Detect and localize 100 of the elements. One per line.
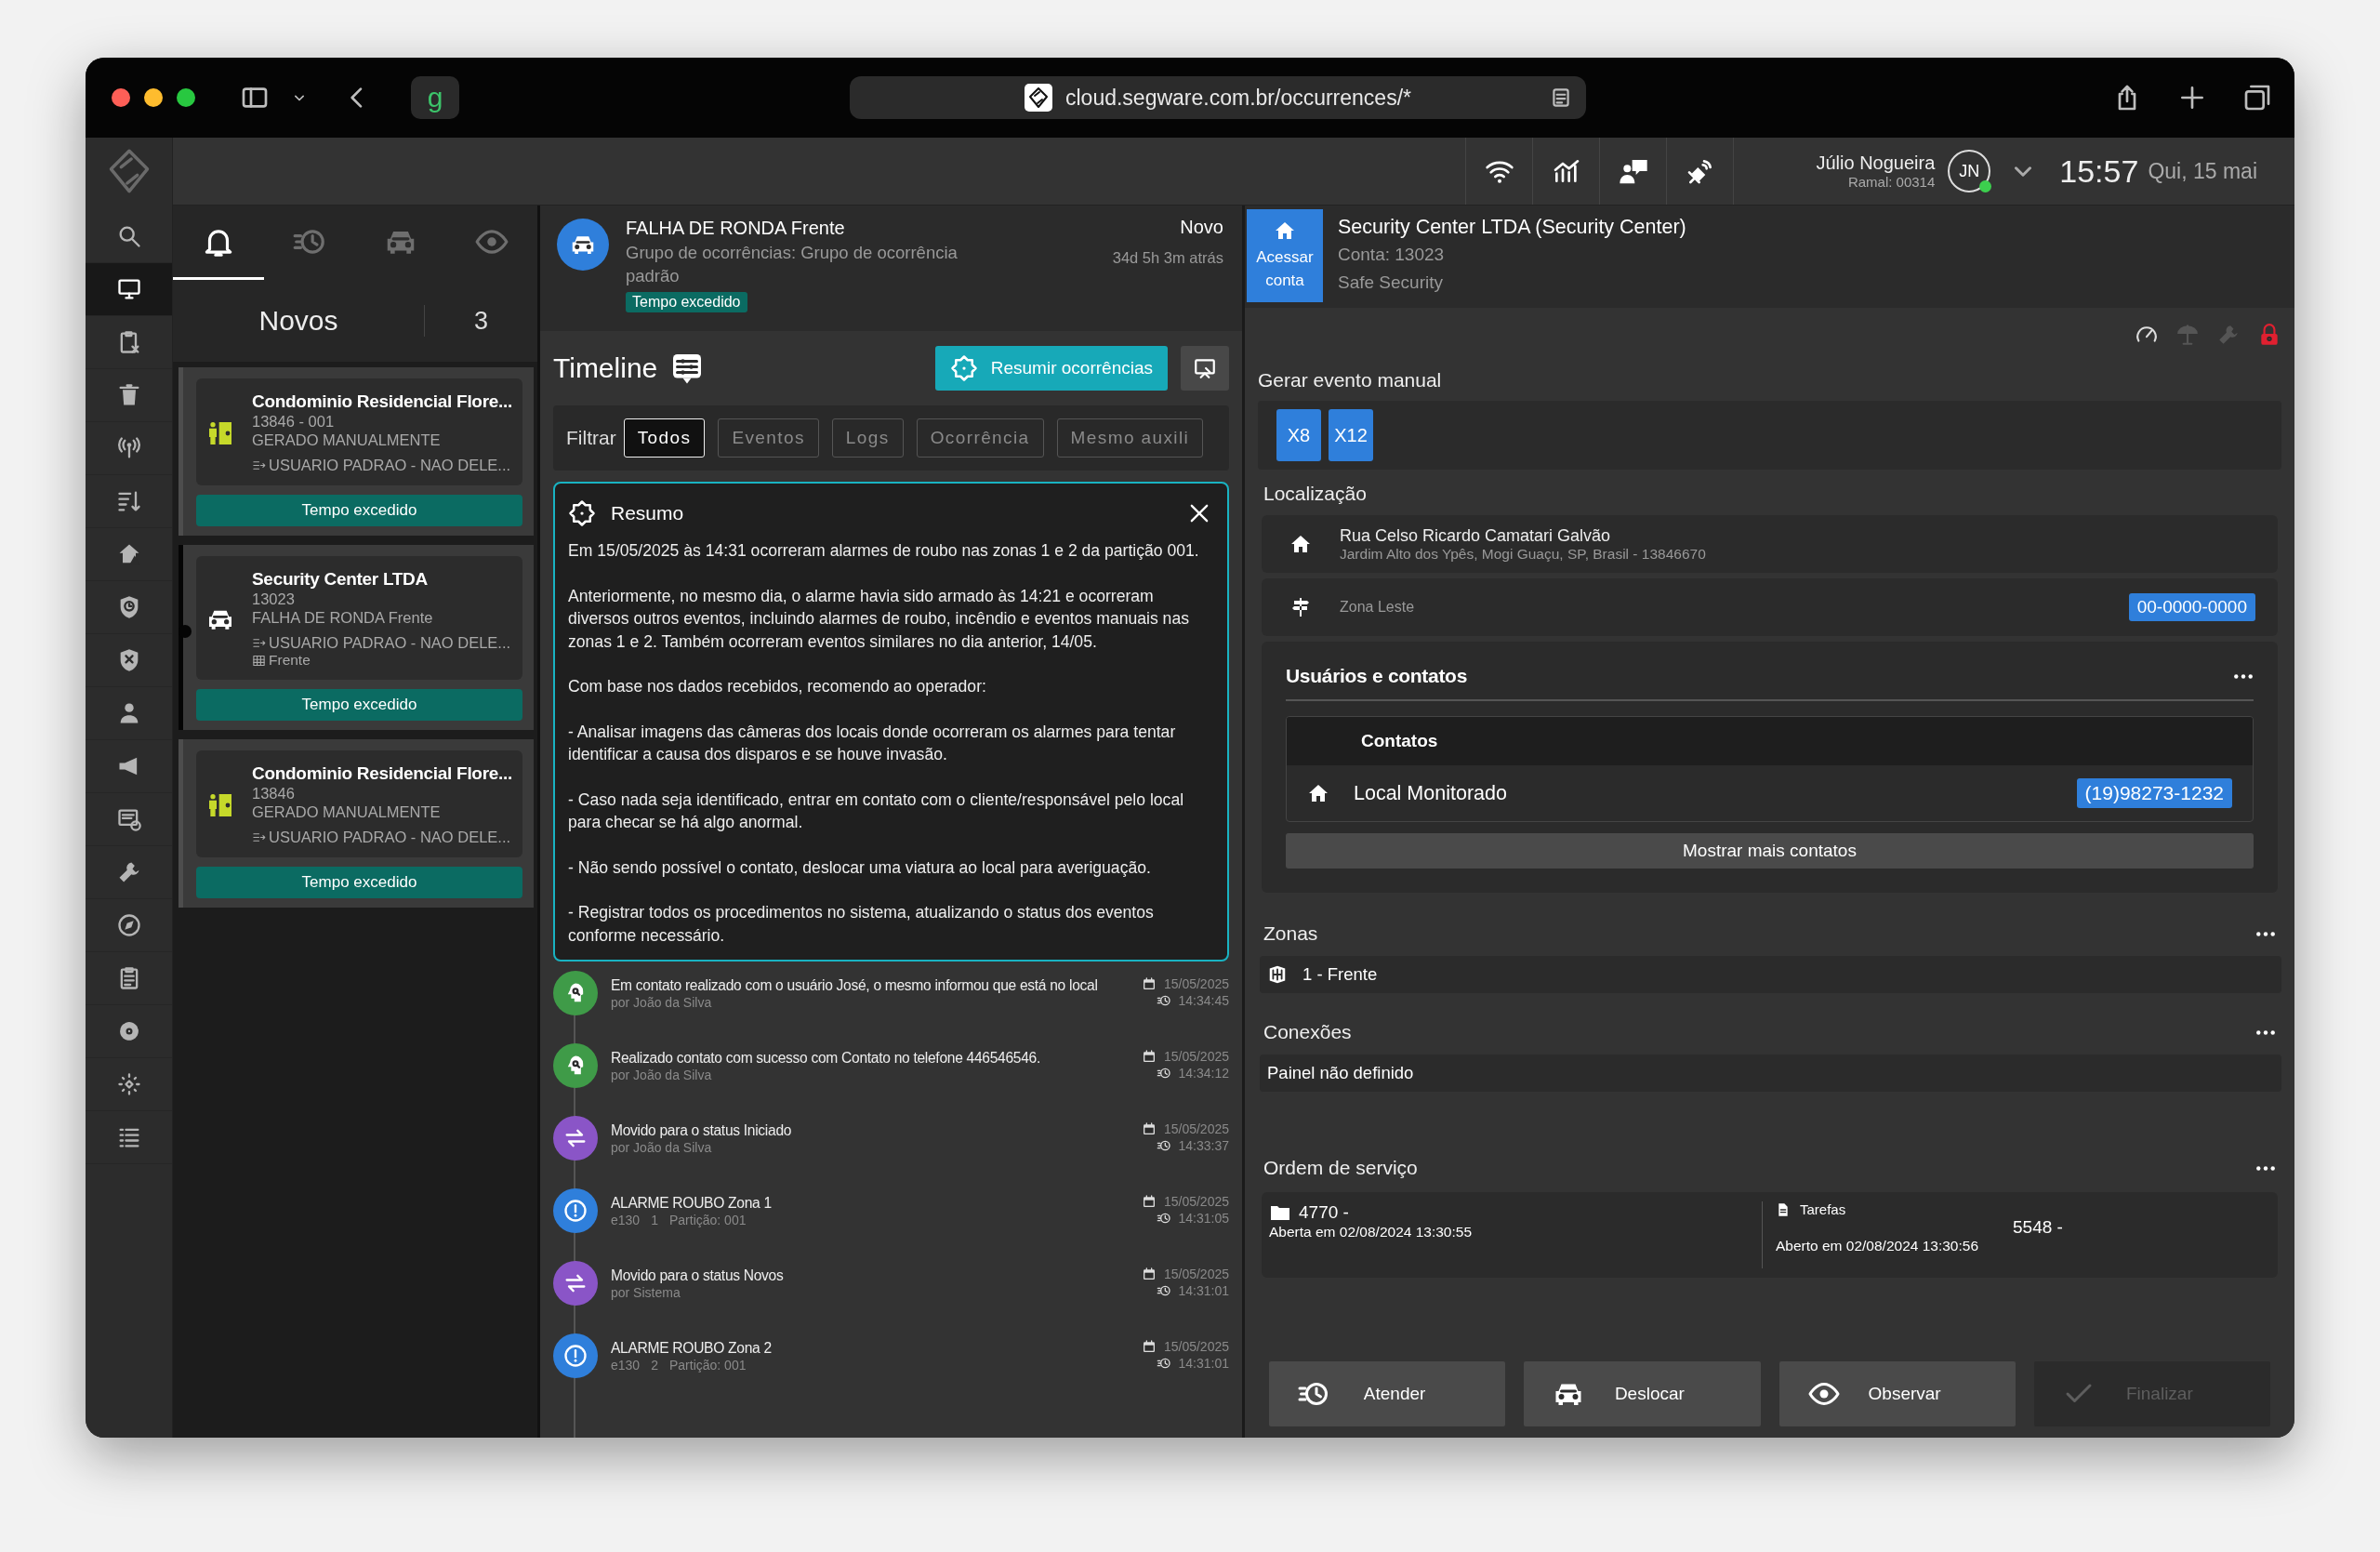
- assignee-icon: [252, 458, 266, 472]
- event-date: 15/05/2025: [1163, 976, 1229, 991]
- home-icon: [1274, 219, 1296, 242]
- status-button[interactable]: Tempo excedido: [196, 495, 522, 526]
- summary-paragraph: - Analisar imagens das câmeras dos locais donde ocorreram os alarmes para tentar identificar a causa dos disparos e se houve invasão.: [568, 721, 1177, 765]
- company-name: Safe Security: [1338, 272, 1444, 294]
- status-button[interactable]: Tempo excedido: [196, 867, 522, 898]
- user-name: Júlio Nogueira: [1816, 153, 1936, 174]
- section-title: Ordem de serviço: [1263, 1157, 1418, 1179]
- filter-chip[interactable]: Mesmo auxili: [1056, 418, 1204, 458]
- summary-paragraph: Anteriormente, no mesmo dia, o alarme havia sido armado às 14:21 e ocorreram diversos outros eventos, incluindo alarmes de roubo, incêndio e eventos manuais nas zonas 1 e 2. Também ocorreram eventos similares no dia anterior, 14/05.: [568, 585, 1190, 653]
- filter-chip[interactable]: Logs: [831, 418, 904, 458]
- event-detail: Partição: 001: [668, 1358, 747, 1373]
- summary-paragraph: - Não sendo possível o contato, deslocar uma viatura ao local para averiguação.: [568, 856, 1152, 879]
- calendar-icon: [1141, 1339, 1157, 1354]
- sparkle-icon: [115, 1071, 142, 1097]
- more-button[interactable]: [2233, 672, 2254, 680]
- zoom-window-button[interactable]: [177, 88, 195, 107]
- event-text: Movido para o status Iniciado: [611, 1121, 793, 1140]
- event-text: ALARME ROUBO Zona 1: [611, 1194, 773, 1213]
- status-button[interactable]: Tempo excedido: [196, 689, 522, 721]
- assigned-user: USUARIO PADRAO - NAO DELE...: [269, 829, 511, 846]
- event-name: FALHA DE RONDA Frente: [252, 608, 434, 627]
- event-detail: e130: [611, 1213, 641, 1227]
- filter-chip[interactable]: Eventos: [718, 418, 819, 458]
- account-code: 13846: [252, 784, 296, 803]
- contact-name: Local Monitorado: [1354, 781, 1507, 805]
- summary-paragraph: - Caso nada seja identificado, entrar em contato com o cliente/responsável pelo local para checar se há algo anormal.: [568, 789, 1185, 833]
- assignee-icon: [252, 636, 266, 650]
- url-text: cloud.segware.com.br/occurrences/*: [1065, 85, 1411, 111]
- account-number: Conta: 13023: [1338, 244, 1446, 266]
- phone-badge[interactable]: 00-0000-0000: [2128, 593, 2255, 621]
- more-button[interactable]: [2255, 1164, 2276, 1172]
- zone-icon: [1267, 964, 1288, 985]
- more-button[interactable]: [2255, 1028, 2276, 1036]
- event-detail: por João da Silva: [611, 1068, 712, 1082]
- summary-paragraph: Com base nos dados recebidos, recomendo ao operador:: [568, 676, 987, 697]
- clock-icon: [1156, 1066, 1171, 1081]
- event-detail: 2: [651, 1358, 658, 1373]
- more-button[interactable]: [2255, 930, 2276, 937]
- calendar-icon: [1141, 976, 1157, 991]
- calendar-icon: [1141, 1049, 1157, 1064]
- document-icon: [1776, 1201, 1791, 1217]
- action-button[interactable]: Observar: [1778, 1361, 2016, 1426]
- alert-icon: [562, 1198, 588, 1224]
- occurrence-card[interactable]: Condominio Residencial Flore... 13846 GERADO MANUALMENTE USUARIO PADRAO - NAO DELE... Tempo excedido: [178, 739, 534, 908]
- access-account-button[interactable]: Acessar conta: [1247, 209, 1323, 302]
- assignee-icon: [252, 830, 266, 844]
- nav-button[interactable]: [86, 263, 172, 316]
- event-time: 14:33:37: [1178, 1138, 1229, 1153]
- event-date: 15/05/2025: [1163, 1339, 1229, 1354]
- event-code-button[interactable]: X8: [1276, 409, 1321, 461]
- event-time: 14:31:01: [1178, 1356, 1229, 1371]
- action-button[interactable]: Atender: [1269, 1361, 1506, 1426]
- task-date: Aberto em 02/08/2024 13:30:56: [1776, 1238, 1980, 1254]
- zone-name: 1 - Frente: [1302, 964, 1378, 985]
- event-date: 15/05/2025: [1163, 1267, 1229, 1281]
- event-code-button[interactable]: X12: [1329, 409, 1373, 461]
- event-detail: por João da Silva: [611, 1140, 712, 1155]
- event-text: Em contato realizado com o usuário José, o mesmo informou que está no local: [611, 976, 1099, 995]
- pinned-tab[interactable]: g: [411, 76, 459, 119]
- assigned-user: USUARIO PADRAO - NAO DELE...: [269, 634, 511, 652]
- event-detail: e130: [611, 1358, 641, 1373]
- summary-title: Resumo: [611, 502, 684, 524]
- filter-chip[interactable]: Ocorrência: [916, 418, 1044, 458]
- section-title: Localização: [1263, 483, 1368, 505]
- address-area: Jardim Alto dos Ypês, Mogi Guaçu, SP, Brasil - 13846670: [1340, 545, 1706, 563]
- list-title: Novos: [173, 305, 425, 337]
- section-title: Gerar evento manual: [1258, 369, 1443, 391]
- event-detail: 1: [651, 1213, 658, 1227]
- filter-chip[interactable]: Todos: [623, 418, 706, 458]
- section-title: Conexões: [1263, 1021, 1352, 1043]
- occurrence-card[interactable]: Condominio Residencial Flore... 13846 - 001 GERADO MANUALMENTE USUARIO PADRAO - NAO DELE... Tempo excedido: [178, 367, 534, 536]
- occurrence-card[interactable]: Security Center LTDA 13023 FALHA DE RONDA Frente USUARIO PADRAO - NAO DELE... Frente Tempo excedido: [178, 545, 534, 730]
- wrench-icon: [2216, 323, 2241, 347]
- occurrence-title: FALHA DE RONDA Frente: [626, 217, 846, 240]
- clock-icon: [1156, 1356, 1171, 1371]
- calendar-icon: [1141, 1267, 1157, 1281]
- card-title: Condominio Residencial Flore...: [252, 763, 512, 784]
- cast-button[interactable]: [1181, 346, 1229, 391]
- account-code: 13846 - 001: [252, 412, 336, 431]
- address-bar[interactable]: cloud.segware.com.br/occurrences/*: [850, 76, 1586, 119]
- event-date: 15/05/2025: [1163, 1194, 1229, 1209]
- phone-badge[interactable]: (19)98273-1232: [2076, 778, 2232, 808]
- extension-number: Ramal: 00314: [1847, 174, 1936, 190]
- umbrella-icon: [2175, 323, 2200, 347]
- show-more-button[interactable]: Mostrar mais contatos: [1286, 833, 2254, 869]
- order-date: Aberta em 02/08/2024 13:30:55: [1269, 1224, 1474, 1240]
- avatar[interactable]: JN: [1948, 150, 1991, 192]
- action-button[interactable]: Deslocar: [1524, 1361, 1761, 1426]
- chevron-down-icon: [2015, 166, 2032, 177]
- account-name: Security Center LTDA (Security Center): [1338, 215, 1686, 240]
- minimize-window-button[interactable]: [144, 88, 163, 107]
- event-time: 14:34:45: [1178, 993, 1229, 1008]
- list-count: 3: [473, 306, 489, 336]
- clock-icon: [1156, 993, 1171, 1008]
- event-detail: Partição: 001: [668, 1213, 747, 1227]
- close-window-button[interactable]: [112, 88, 130, 107]
- calendar-icon: [1141, 1194, 1157, 1209]
- clock-icon: [1156, 1283, 1171, 1298]
